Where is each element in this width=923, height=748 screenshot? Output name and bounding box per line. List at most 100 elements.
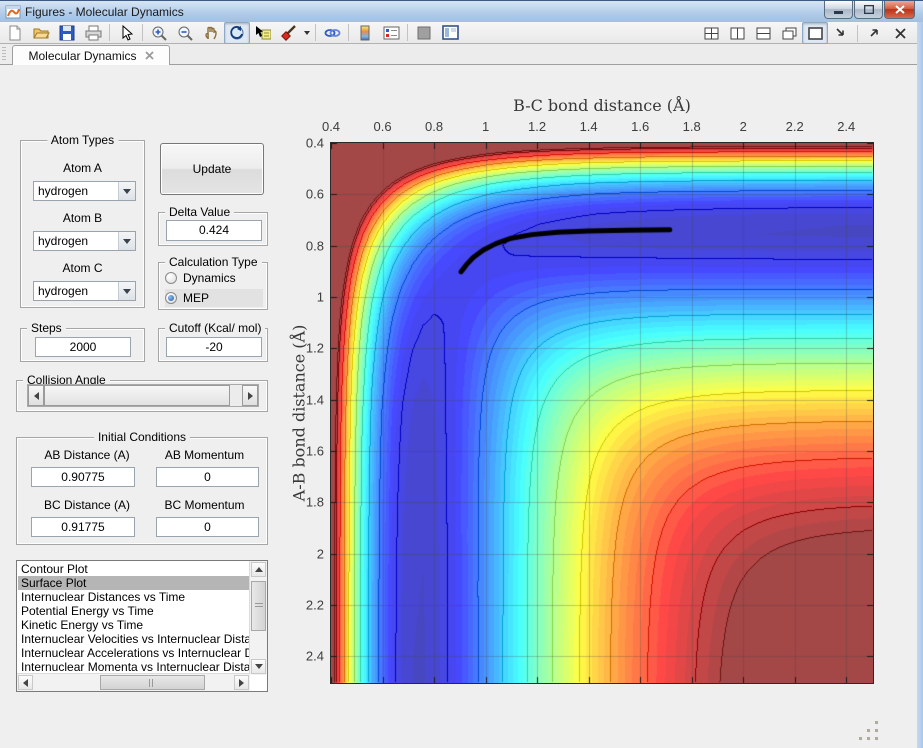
tab-bar-grip[interactable] [2, 47, 6, 62]
atom-c-value: hydrogen [38, 284, 89, 298]
maximize-button[interactable] [854, 1, 883, 19]
update-button[interactable]: Update [160, 143, 264, 195]
collision-angle-panel: Collision Angle [16, 373, 268, 412]
plot-type-listbox[interactable]: Contour Plot Surface Plot Internuclear D… [16, 560, 268, 692]
float-windows-icon[interactable] [776, 22, 802, 44]
y-tick-label: 0.4 [305, 135, 324, 151]
link-plot-icon[interactable] [319, 22, 345, 44]
hide-plot-tools-icon[interactable] [411, 22, 437, 44]
collision-angle-slider[interactable] [27, 384, 259, 407]
slider-left-arrow[interactable] [28, 385, 44, 406]
x-tick-label: 1.4 [579, 119, 598, 134]
x-tick-label: 2.4 [837, 119, 856, 134]
tab-molecular-dynamics[interactable]: Molecular Dynamics [12, 45, 170, 65]
new-document-icon[interactable] [2, 22, 28, 44]
list-item[interactable]: Kinetic Energy vs Time [18, 618, 249, 632]
initial-conditions-title: Initial Conditions [93, 430, 191, 444]
scroll-up-arrow[interactable] [251, 562, 266, 577]
print-icon[interactable] [80, 22, 106, 44]
bc-momentum-label: BC Momentum [164, 498, 245, 512]
steps-field[interactable]: 2000 [35, 337, 131, 357]
resize-grip[interactable] [855, 717, 881, 743]
radio-icon[interactable] [165, 272, 177, 284]
insert-colorbar-icon[interactable] [352, 22, 378, 44]
cutoff-panel: Cutoff (Kcal/ mol) -20 [158, 321, 268, 362]
vertical-scrollbar[interactable] [249, 561, 267, 675]
radio-mep[interactable]: MEP [165, 289, 263, 307]
radio-selected-icon[interactable] [165, 292, 177, 304]
bc-momentum-field[interactable]: 0 [156, 517, 259, 537]
calculation-type-panel: Calculation Type Dynamics MEP [158, 255, 268, 310]
x-tick-label: 0.6 [373, 119, 392, 134]
delta-value-field[interactable]: 0.424 [166, 220, 262, 241]
y-tick-label: 0.8 [305, 238, 324, 254]
tab-close-icon[interactable] [144, 51, 154, 60]
horizontal-scrollbar[interactable] [17, 673, 250, 691]
list-item[interactable]: Internuclear Momenta vs Internuclear Dis… [18, 660, 249, 674]
cutoff-field[interactable]: -20 [166, 337, 262, 357]
initial-conditions-panel: Initial Conditions AB Distance (A) AB Mo… [16, 430, 268, 545]
bc-distance-field[interactable]: 0.91775 [31, 517, 135, 537]
minimize-button[interactable] [824, 1, 853, 19]
list-item[interactable]: Contour Plot [18, 562, 249, 576]
scroll-right-arrow[interactable] [234, 675, 249, 690]
dock-figure-icon[interactable] [828, 22, 854, 44]
scroll-down-arrow[interactable] [251, 659, 266, 674]
slider-thumb[interactable] [44, 385, 230, 406]
close-figures-icon[interactable] [887, 22, 913, 44]
horizontal-scroll-thumb[interactable] [100, 675, 205, 690]
steps-panel: Steps 2000 [20, 321, 145, 362]
list-item[interactable]: Internuclear Accelerations vs Internucle… [18, 646, 249, 660]
y-tick-label: 1.2 [305, 340, 324, 356]
calculation-type-title: Calculation Type [165, 255, 262, 269]
x-tick-label: 2.2 [785, 119, 804, 134]
atom-a-dropdown[interactable]: hydrogen [33, 181, 136, 201]
pan-hand-icon[interactable] [198, 22, 224, 44]
maximize-tab-icon[interactable] [802, 22, 828, 44]
delta-value-panel: Delta Value 0.424 [158, 205, 268, 246]
atom-b-value: hydrogen [38, 234, 89, 248]
contour-canvas[interactable] [330, 142, 874, 684]
atom-b-dropdown[interactable]: hydrogen [33, 231, 136, 251]
scroll-left-arrow[interactable] [18, 675, 33, 690]
open-folder-icon[interactable] [28, 22, 54, 44]
chevron-down-icon[interactable] [118, 182, 135, 200]
radio-dynamics[interactable]: Dynamics [165, 269, 263, 287]
tab-bar: Molecular Dynamics [0, 44, 923, 65]
slider-right-arrow[interactable] [242, 385, 258, 406]
list-item-selected[interactable]: Surface Plot [18, 576, 249, 590]
radio-mep-label: MEP [183, 291, 210, 305]
data-cursor-icon[interactable] [250, 22, 276, 44]
list-item[interactable]: Potential Energy vs Time [18, 604, 249, 618]
zoom-out-icon[interactable] [172, 22, 198, 44]
tile-vertical-icon[interactable] [724, 22, 750, 44]
close-button[interactable] [884, 1, 915, 19]
list-item[interactable]: Internuclear Velocities vs Internuclear … [18, 632, 249, 646]
undock-figure-icon[interactable] [861, 22, 887, 44]
brush-dropdown-icon[interactable] [302, 23, 312, 43]
atom-c-dropdown[interactable]: hydrogen [33, 281, 136, 301]
list-item[interactable]: Internuclear Distances vs Time [18, 590, 249, 604]
atom-a-label: Atom A [63, 161, 102, 175]
vertical-scroll-thumb[interactable] [251, 581, 266, 631]
y-tick-label: 2.2 [305, 597, 324, 613]
ab-distance-label: AB Distance (A) [44, 448, 130, 462]
save-icon[interactable] [54, 22, 80, 44]
brush-icon[interactable] [276, 22, 302, 44]
tile-horizontal-icon[interactable] [750, 22, 776, 44]
y-tick-label: 1.6 [305, 443, 324, 459]
ab-distance-field[interactable]: 0.90775 [31, 467, 135, 487]
pointer-icon[interactable] [113, 22, 139, 44]
tile-grid-icon[interactable] [698, 22, 724, 44]
zoom-in-icon[interactable] [146, 22, 172, 44]
chevron-down-icon[interactable] [118, 232, 135, 250]
show-plot-tools-icon[interactable] [437, 22, 463, 44]
chevron-down-icon[interactable] [118, 282, 135, 300]
rotate-3d-icon[interactable] [224, 21, 250, 44]
ab-momentum-field[interactable]: 0 [156, 467, 259, 487]
atom-types-title: Atom Types [46, 133, 119, 147]
title-bar[interactable]: Figures - Molecular Dynamics [0, 0, 923, 22]
atom-b-label: Atom B [62, 211, 103, 225]
insert-legend-icon[interactable] [378, 22, 404, 44]
y-tick-label: 1.8 [305, 494, 324, 510]
